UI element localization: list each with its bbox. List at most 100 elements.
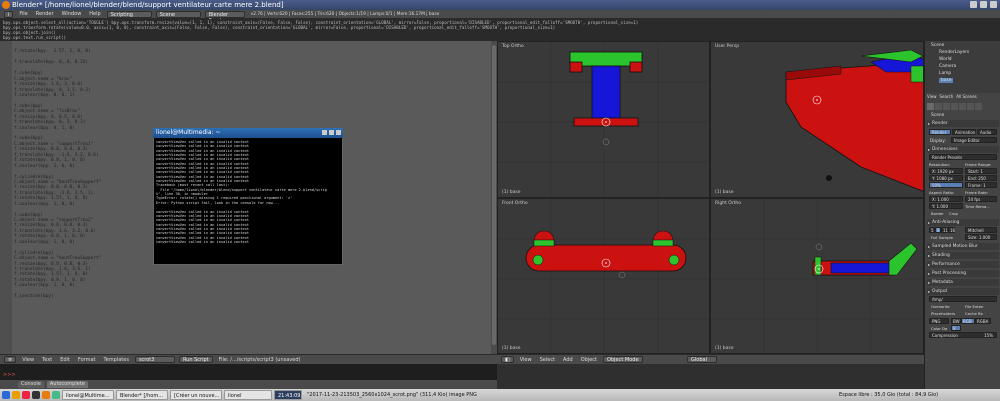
resolution-y-field[interactable]: Y: 1080 px [929,175,963,181]
minimize-button[interactable] [970,1,977,8]
terminal-close-button[interactable] [336,130,341,135]
resolution-x-field[interactable]: X: 1920 px [929,168,963,174]
overwrite-checkbox[interactable]: Overwrite [931,304,950,309]
border-checkbox[interactable]: Border [931,211,944,216]
aa-filter-select[interactable]: Mitchell [965,227,997,233]
aa-samples-16[interactable]: 16 [948,227,955,233]
browser-launcher-icon[interactable] [22,391,30,399]
start-menu-icon[interactable] [2,391,10,399]
vp-menu-view[interactable]: View [518,357,534,363]
world-context-icon[interactable] [951,103,958,110]
end-frame-field[interactable]: End: 250 [965,175,997,181]
render-presets-select[interactable]: Render Presets [929,154,997,160]
file-format-select[interactable]: PNG [929,318,949,324]
menu-help[interactable]: Help [87,11,102,17]
section-post-processing[interactable]: Post Processing [927,270,999,277]
animation-button[interactable]: Animation [952,129,976,135]
text-file-select[interactable]: scrot3 [134,356,175,363]
section-shading[interactable]: Shading [927,252,999,259]
aspect-x-field[interactable]: X: 1.000 [929,196,963,202]
color-depth-8-button[interactable]: 8 [951,325,961,331]
terminal-maximize-button[interactable] [329,130,334,135]
text-menu-format[interactable]: Format [76,357,98,363]
section-render[interactable]: Render [927,120,999,127]
python-console[interactable]: >>> [0,364,497,380]
section-metadata[interactable]: Metadata [927,279,999,286]
menu-render[interactable]: Render [34,11,56,17]
material-context-icon[interactable] [975,103,982,110]
output-path-field[interactable]: /tmp/ [929,296,997,302]
section-output[interactable]: Output [927,288,999,295]
outliner[interactable]: Scene RenderLayers World Camera Lamp bas… [924,41,1000,93]
cache-result-checkbox[interactable]: Cache Re [965,311,983,316]
outliner-item-scene[interactable]: Scene [931,43,944,48]
files-launcher-icon[interactable] [12,391,20,399]
properties-editor[interactable]: View Search All Scenes Scene Render Rend… [924,93,1000,389]
audio-button[interactable]: Audio [977,129,997,135]
text-menu-text[interactable]: Text [40,357,54,363]
object-context-icon[interactable] [959,103,966,110]
maximize-button[interactable] [980,1,987,8]
viewport-user-persp[interactable]: User Persp (1) base [710,41,924,198]
frame-step-field[interactable]: Frame: 1 [965,182,997,188]
screen-layout-select[interactable]: Scripting [106,10,152,18]
color-rgba-button[interactable]: RGBA [975,318,991,324]
outliner-item-lamp[interactable]: Lamp [939,71,951,76]
props-tab-view[interactable]: View [927,94,937,101]
section-dimensions[interactable]: Dimensions [927,146,999,153]
viewport-top-ortho[interactable]: Top Ortho (1) base [497,41,710,198]
close-button[interactable] [990,1,997,8]
props-tab-allscenes[interactable]: All Scenes [956,94,977,101]
editor-type-icon[interactable]: ≡ [4,356,17,363]
text-menu-templates[interactable]: Templates [102,357,131,363]
section-motion-blur[interactable]: Sampled Motion Blur [927,243,999,250]
section-anti-aliasing[interactable]: Anti-Aliasing [927,219,999,226]
transform-orientation-select[interactable]: Global [687,356,718,363]
editor-launcher-icon[interactable] [52,391,60,399]
scene-select[interactable]: Scene [155,10,201,18]
viewport-right-ortho[interactable]: Right Ortho (1) base [710,198,924,354]
terminal-minimize-button[interactable] [322,130,327,135]
terminal-launcher-icon[interactable] [32,391,40,399]
resolution-percent-field[interactable]: 50% [929,182,963,188]
outliner-item-renderlayers[interactable]: RenderLayers [939,50,969,55]
frame-rate-select[interactable]: 24 fps [965,196,997,202]
taskbar-item-lionel[interactable]: lionel [224,390,272,400]
start-frame-field[interactable]: Start: 1 [965,168,997,174]
menu-file[interactable]: File [17,11,29,17]
render-engine-select[interactable]: Blender Render [204,10,245,24]
taskbar-item-blender[interactable]: Blender* [/hom... [116,390,168,400]
display-select[interactable]: Image Editor [951,137,997,143]
outliner-item-world[interactable]: World [939,57,952,62]
vp-menu-select[interactable]: Select [538,357,557,363]
editor-type-icon[interactable]: i [4,10,14,18]
layers-context-icon[interactable] [935,103,942,110]
viewport-front-ortho[interactable]: Front Ortho (1) base [497,198,710,354]
outliner-item-base[interactable]: base [939,78,954,83]
text-menu-view[interactable]: View [20,357,36,363]
modifier-context-icon[interactable] [967,103,974,110]
tab-autocomplete[interactable]: Autocomplete [46,381,88,388]
taskbar-item-new-doc[interactable]: [Créer un nouve... [170,390,222,400]
run-script-button[interactable]: Run Script [178,356,213,363]
compression-field[interactable]: Compression 15% [929,332,997,338]
vp-menu-object[interactable]: Object [579,357,599,363]
timeline-area[interactable] [497,364,924,389]
text-menu-edit[interactable]: Edit [58,357,72,363]
render-context-icon[interactable] [927,103,934,110]
full-sample-checkbox[interactable]: Full Sample [931,235,953,240]
color-rgb-button[interactable]: RGB [961,318,975,324]
tab-console[interactable]: Console [18,381,44,388]
editor-type-icon[interactable]: ◧ [501,356,514,363]
section-performance[interactable]: Performance [927,261,999,268]
render-button[interactable]: Render [929,129,951,135]
menu-window[interactable]: Window [60,11,84,17]
aa-samples-11[interactable]: 11 [941,227,948,233]
blender-launcher-icon[interactable] [42,391,50,399]
file-extensions-checkbox[interactable]: File Exten [965,304,983,309]
terminal-titlebar[interactable]: lionel@Multimedia: ~ [153,128,343,138]
filter-size-field[interactable]: Size: 1.000 [965,234,997,240]
mode-select[interactable]: Object Mode [603,356,644,363]
vp-menu-add[interactable]: Add [561,357,575,363]
placeholders-checkbox[interactable]: Placeholders [931,311,955,316]
